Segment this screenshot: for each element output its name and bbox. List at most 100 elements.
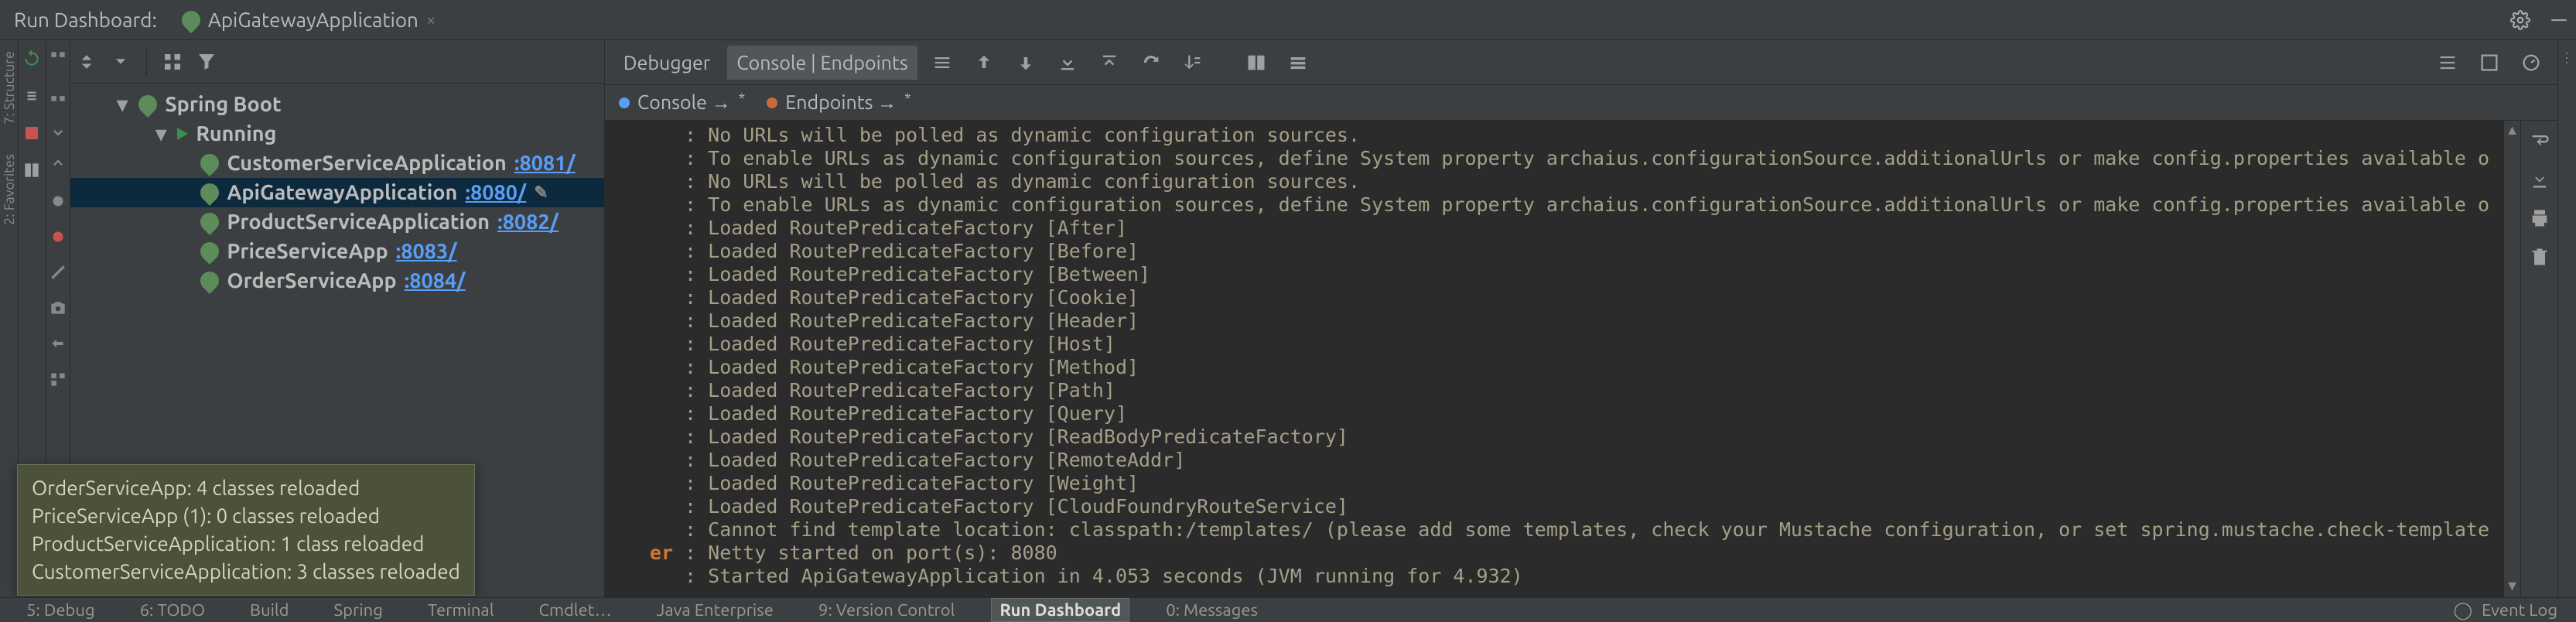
pinned-tab-console[interactable]: Console → * bbox=[619, 91, 745, 114]
tree-icon[interactable] bbox=[47, 368, 69, 390]
spring-leaf-icon bbox=[178, 7, 204, 33]
tree-app-apigateway[interactable]: ApiGatewayApplication :8080/ ✎ bbox=[70, 178, 604, 207]
console-output[interactable]: : No URLs will be polled as dynamic conf… bbox=[605, 121, 2503, 597]
bottom-messages[interactable]: 0: Messages bbox=[1158, 599, 1266, 621]
close-icon[interactable]: × bbox=[426, 10, 436, 29]
tree-root-label: Spring Boot bbox=[165, 93, 281, 116]
right-tabs-row: Debugger Console | Endpoints bbox=[605, 40, 2557, 85]
down-arrow-icon[interactable] bbox=[1015, 52, 1037, 73]
scroll-to-end-icon[interactable] bbox=[2529, 169, 2550, 190]
bottom-toolbar: 5: Debug 6: TODO Build Spring Terminal C… bbox=[0, 597, 2576, 622]
titlebar-tab[interactable]: ApiGatewayApplication × bbox=[168, 4, 449, 36]
clear-all-icon[interactable] bbox=[2529, 246, 2550, 268]
step-up-icon[interactable] bbox=[47, 155, 69, 176]
step-down-icon[interactable] bbox=[47, 119, 69, 141]
app-port-link[interactable]: :8082/ bbox=[497, 210, 559, 234]
upload-icon[interactable] bbox=[1098, 52, 1120, 73]
pinned-tab-label: Endpoints → bbox=[785, 91, 897, 114]
reload-tooltip: OrderServiceApp: 4 classes reloadedPrice… bbox=[17, 464, 475, 596]
app-port-link[interactable]: :8081/ bbox=[514, 152, 576, 175]
bottom-run-dashboard[interactable]: Run Dashboard bbox=[992, 599, 1129, 621]
event-log-icon[interactable]: ◯ bbox=[2453, 600, 2472, 620]
app-port-link[interactable]: :8084/ bbox=[405, 269, 466, 292]
structure-tab-icon[interactable]: 7: Structure bbox=[2, 51, 17, 125]
exit-icon[interactable] bbox=[47, 333, 69, 354]
edit-pencil-icon: ✎ bbox=[534, 183, 548, 203]
app-port-link[interactable]: :8080/ bbox=[465, 181, 526, 204]
bottom-debug[interactable]: 5: Debug bbox=[19, 599, 103, 621]
tab-debugger[interactable]: Debugger bbox=[614, 46, 719, 80]
tree-root-spring-boot[interactable]: ▾ Spring Boot bbox=[70, 90, 604, 119]
mute-breakpoints-icon[interactable] bbox=[47, 190, 69, 212]
app-name: PriceServiceApp bbox=[227, 240, 388, 263]
globe-icon bbox=[767, 97, 777, 108]
bottom-java[interactable]: Java Enterprise bbox=[649, 599, 781, 621]
pinned-tab-label: Console → bbox=[637, 91, 731, 114]
download-icon[interactable] bbox=[1057, 52, 1078, 73]
bottom-terminal[interactable]: Terminal bbox=[420, 599, 502, 621]
scroll-up-icon[interactable]: ▲ bbox=[2504, 121, 2520, 140]
console-scrollbar[interactable]: ▲ ▼ bbox=[2503, 121, 2520, 597]
bottom-build[interactable]: Build bbox=[242, 599, 297, 621]
soft-wrap-icon[interactable] bbox=[2529, 130, 2550, 152]
print-icon[interactable] bbox=[2529, 207, 2550, 229]
minimize-icon[interactable] bbox=[2548, 9, 2570, 31]
bottom-todo[interactable]: 6: TODO bbox=[132, 599, 213, 621]
bottom-event-log[interactable]: Event Log bbox=[2482, 600, 2557, 620]
rerun-icon[interactable] bbox=[21, 48, 43, 70]
right-strip-icon[interactable]: ⋯ bbox=[2559, 51, 2575, 65]
chevron-down-icon: ▾ bbox=[117, 93, 131, 117]
sort-icon[interactable] bbox=[1182, 52, 1204, 73]
tree-app-order[interactable]: OrderServiceApp :8084/ bbox=[70, 266, 604, 296]
group-by-icon[interactable] bbox=[161, 50, 184, 73]
layout-split-icon[interactable] bbox=[1245, 52, 1267, 73]
slash-icon[interactable] bbox=[47, 261, 69, 283]
spring-leaf-icon bbox=[196, 209, 223, 235]
tree-group-running[interactable]: ▾ Running bbox=[70, 119, 604, 149]
spring-leaf-icon bbox=[196, 268, 223, 294]
run-tree: ▾ Spring Boot ▾ Running CustomerServiceA… bbox=[70, 84, 604, 296]
tree-app-product[interactable]: ProductServiceApplication :8082/ bbox=[70, 207, 604, 237]
spring-leaf-icon bbox=[196, 179, 223, 206]
tab-console-endpoints[interactable]: Console | Endpoints bbox=[727, 46, 917, 80]
step-over-icon[interactable] bbox=[1140, 52, 1162, 73]
pin-icon bbox=[619, 97, 630, 108]
rerun-failed-icon[interactable] bbox=[21, 85, 43, 107]
overhead-icon[interactable] bbox=[2520, 52, 2542, 73]
toolbar-icon-1[interactable] bbox=[47, 48, 69, 70]
tree-app-price[interactable]: PriceServiceApp :8083/ bbox=[70, 237, 604, 266]
titlebar: Run Dashboard: ApiGatewayApplication × bbox=[0, 0, 2576, 40]
collapse-all-icon[interactable] bbox=[109, 50, 132, 73]
layout-icon[interactable] bbox=[21, 159, 43, 181]
pinned-tabs-row: Console → * Endpoints →* bbox=[605, 85, 2557, 121]
bottom-vcs[interactable]: 9: Version Control bbox=[811, 599, 962, 621]
dirty-star-icon: * bbox=[739, 91, 746, 106]
memory-icon[interactable] bbox=[2479, 52, 2500, 73]
settings-small-icon[interactable] bbox=[1287, 52, 1309, 73]
filter-icon[interactable] bbox=[195, 50, 218, 73]
app-name: OrderServiceApp bbox=[227, 269, 396, 292]
scroll-down-icon[interactable]: ▼ bbox=[2504, 576, 2520, 596]
threads-icon[interactable] bbox=[2437, 52, 2458, 73]
list-icon[interactable] bbox=[931, 52, 953, 73]
stop-icon[interactable] bbox=[21, 122, 43, 144]
favorites-tab-icon[interactable]: 2: Favorites bbox=[2, 154, 17, 225]
bottom-cmdlet[interactable]: Cmdlet… bbox=[531, 599, 619, 621]
toolbar-icon-2[interactable] bbox=[47, 84, 69, 105]
app-port-link[interactable]: :8083/ bbox=[396, 240, 457, 263]
titlebar-label: Run Dashboard: bbox=[14, 9, 157, 31]
spring-leaf-icon bbox=[196, 238, 223, 265]
up-arrow-icon[interactable] bbox=[973, 52, 995, 73]
tree-app-customer[interactable]: CustomerServiceApplication :8081/ bbox=[70, 149, 604, 178]
bottom-spring[interactable]: Spring bbox=[326, 599, 391, 621]
titlebar-tab-label: ApiGatewayApplication bbox=[208, 9, 419, 31]
view-breakpoints-icon[interactable] bbox=[47, 226, 69, 248]
left-tool-strip: 7: Structure 2: Favorites bbox=[0, 40, 19, 597]
camera-icon[interactable] bbox=[47, 297, 69, 319]
settings-gear-icon[interactable] bbox=[2509, 9, 2531, 31]
pinned-tab-endpoints[interactable]: Endpoints →* bbox=[767, 91, 911, 114]
spring-leaf-icon bbox=[135, 91, 161, 118]
app-name: ProductServiceApplication bbox=[227, 210, 490, 234]
expand-all-icon[interactable] bbox=[75, 50, 98, 73]
run-dashboard-toolbar bbox=[70, 40, 604, 84]
